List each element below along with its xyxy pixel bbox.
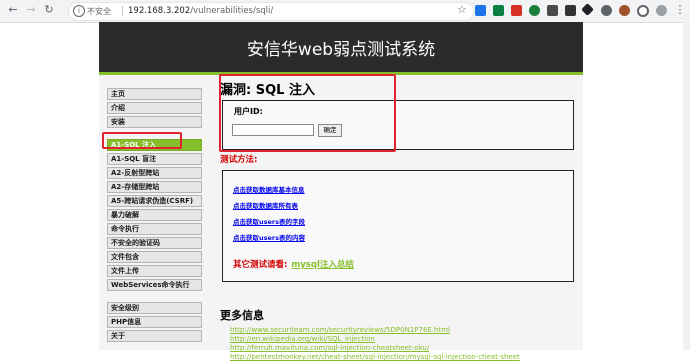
reference-link[interactable]: http://ferruh.mavituna.com/sql-injection…: [230, 344, 429, 352]
menu-item-intro[interactable]: 介绍: [107, 102, 202, 114]
test-method-label: 测试方法:: [220, 155, 258, 165]
menu-item-php-info[interactable]: PHP信息: [107, 316, 202, 328]
dvwa-page: 安信华web弱点测试系统 主页 介绍 安装 A1-SQL 注入 A1-SQL 盲…: [99, 22, 583, 361]
extension-icon[interactable]: [475, 5, 486, 16]
main-content: 漏洞: SQL 注入 用户ID: 确定 测试方法: 点击获取数据库基本信息 点击…: [220, 75, 583, 361]
site-header: 安信华web弱点测试系统: [99, 22, 583, 75]
extension-icon[interactable]: [529, 5, 540, 16]
userid-input[interactable]: [232, 124, 314, 136]
url-text[interactable]: 192.168.3.202/vulnerabilities/sqli/: [128, 6, 273, 16]
extension-icon[interactable]: [511, 5, 522, 16]
other-tests-line: 其它测试请看: mysql注入总结: [233, 258, 354, 270]
extension-icon[interactable]: [565, 5, 576, 16]
userid-form: 用户ID: 确定: [222, 100, 574, 150]
mysql-injection-summary-link[interactable]: mysql注入总结: [291, 260, 353, 270]
reference-link[interactable]: http://pentestmonkey.net/cheat-sheet/sql…: [230, 353, 520, 361]
back-icon[interactable]: ←: [6, 3, 20, 17]
reference-link[interactable]: http://en.wikipedia.org/wiki/SQL_injecti…: [230, 335, 375, 343]
sidebar-menu: 主页 介绍 安装 A1-SQL 注入 A1-SQL 盲注 A2-反射型跨站 A2…: [99, 75, 209, 350]
extension-icon[interactable]: [581, 3, 594, 16]
menu-item-security-level[interactable]: 安全级别: [107, 302, 202, 314]
menu-item-file-upload[interactable]: 文件上传: [107, 265, 202, 277]
menu-item-webservices[interactable]: WebServices命令执行: [107, 279, 202, 291]
extension-icon[interactable]: [601, 5, 612, 16]
forward-icon[interactable]: →: [24, 3, 38, 17]
userid-label: 用户ID:: [234, 107, 263, 116]
bookmark-star-icon[interactable]: ☆: [457, 3, 467, 17]
menu-item-command-exec[interactable]: 命令执行: [107, 223, 202, 235]
menu-item-about[interactable]: 关于: [107, 330, 202, 342]
menu-item-home[interactable]: 主页: [107, 88, 202, 100]
submit-button[interactable]: 确定: [318, 124, 342, 137]
menu-item-sql-injection[interactable]: A1-SQL 注入: [107, 139, 202, 151]
info-icon[interactable]: i: [73, 5, 85, 17]
site-title: 安信华web弱点测试系统: [246, 40, 436, 60]
extension-icon[interactable]: [547, 5, 558, 16]
address-bar[interactable]: i 不安全 192.168.3.202/vulnerabilities/sqli…: [68, 2, 474, 21]
extension-icon[interactable]: [619, 5, 630, 16]
url-host: 192.168.3.202: [128, 6, 191, 16]
menu-item-setup[interactable]: 安装: [107, 116, 202, 128]
menu-item-captcha[interactable]: 不安全的验证码: [107, 237, 202, 249]
other-tests-label: 其它测试请看:: [233, 260, 288, 270]
insecure-label: 不安全: [87, 7, 111, 16]
page-title: 漏洞: SQL 注入: [220, 83, 315, 98]
menu-item-sql-blind[interactable]: A1-SQL 盲注: [107, 153, 202, 165]
test-link-users-fields[interactable]: 点击获取users表的字段: [233, 216, 305, 226]
profile-avatar[interactable]: [656, 5, 667, 16]
test-links-box: 点击获取数据库基本信息 点击获取数据库所有表 点击获取users表的字段 点击获…: [222, 170, 574, 282]
menu-item-brute-force[interactable]: 暴力破解: [107, 209, 202, 221]
more-menu-icon[interactable]: ⋮: [673, 3, 687, 17]
extension-icon[interactable]: [493, 5, 504, 16]
browser-toolbar: ← → ↻ i 不安全 192.168.3.202/vulnerabilitie…: [0, 0, 690, 23]
reference-link[interactable]: http://www.securiteam.com/securityreview…: [230, 326, 450, 334]
test-link-db-info[interactable]: 点击获取数据库基本信息: [233, 184, 305, 194]
menu-item-xss-reflected[interactable]: A2-反射型跨站: [107, 167, 202, 179]
test-link-users-content[interactable]: 点击获取users表的内容: [233, 232, 305, 242]
menu-item-csrf[interactable]: A5-跨站请求伪造(CSRF): [107, 195, 202, 207]
extension-icon[interactable]: [637, 5, 649, 17]
reload-icon[interactable]: ↻: [42, 3, 56, 17]
menu-item-xss-stored[interactable]: A2-存储型跨站: [107, 181, 202, 193]
url-path: /vulnerabilities/sqli/: [190, 6, 274, 16]
more-info-title: 更多信息: [220, 309, 264, 322]
menu-item-file-inclusion[interactable]: 文件包含: [107, 251, 202, 263]
test-link-all-tables[interactable]: 点击获取数据库所有表: [233, 200, 298, 210]
vertical-scrollbar[interactable]: [683, 22, 690, 350]
omnibox-divider: [122, 6, 123, 16]
